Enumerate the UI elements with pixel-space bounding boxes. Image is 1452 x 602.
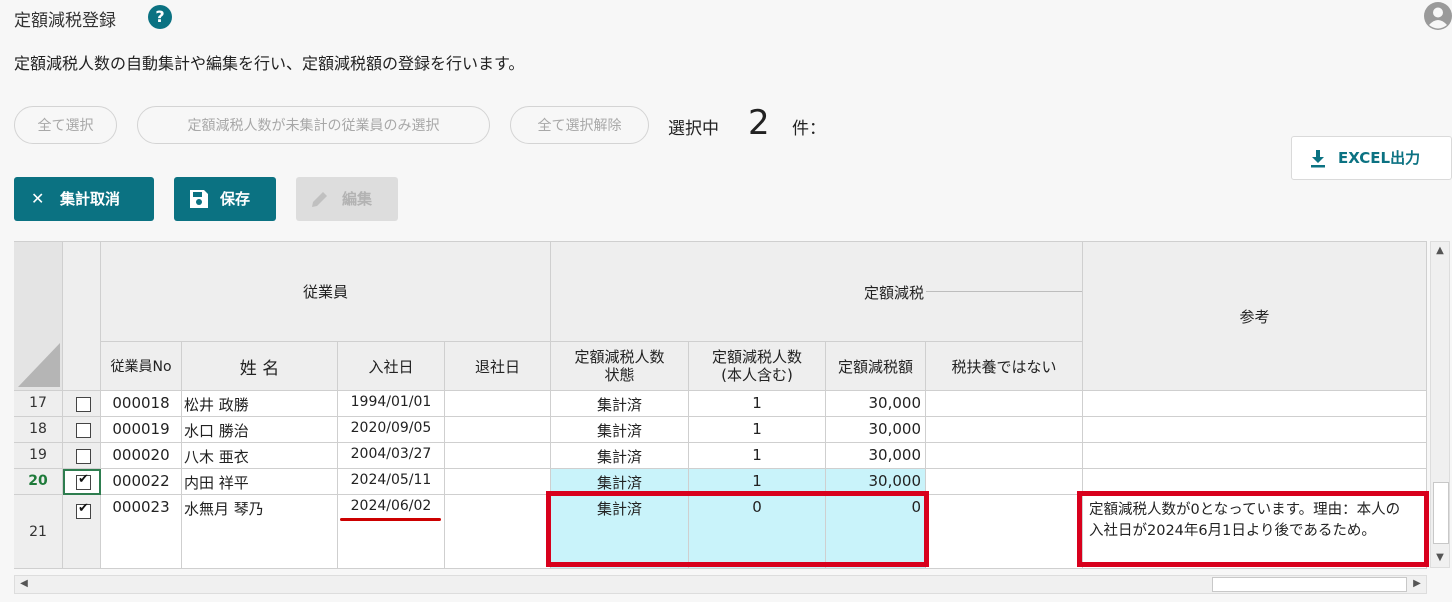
cell-count[interactable]: 1 [689,443,826,469]
cell-amount[interactable]: 30,000 [826,417,926,443]
scroll-down-icon[interactable]: ▼ [1432,550,1448,566]
row-checkbox[interactable] [76,449,91,464]
cell-name[interactable]: 水口 勝治 [182,417,338,443]
cell-emp-no[interactable]: 000023 [101,495,182,569]
save-icon [190,190,208,208]
cell-name[interactable]: 松井 政勝 [182,391,338,417]
scroll-right-icon[interactable]: ▶ [1409,576,1425,593]
selected-count: 2 [748,103,770,143]
row-checkbox-cell[interactable] [63,391,101,417]
vertical-scrollbar[interactable]: ▲ ▼ [1430,241,1450,568]
cell-name[interactable]: 水無月 琴乃 [182,495,338,569]
deselect-all-button[interactable]: 全て選択解除 [510,106,649,144]
row-number[interactable]: 21 [14,495,63,569]
vertical-scroll-thumb[interactable] [1433,482,1449,544]
cell-hire-date[interactable]: 1994/01/01 [338,391,445,417]
cell-leave-date[interactable] [445,469,551,495]
row-checkbox[interactable] [76,472,91,490]
cancel-aggregation-label: 集計取消 [60,190,121,208]
edit-button[interactable]: 編集 [296,177,398,221]
close-icon: ✕ [31,189,45,208]
page-title: 定額減税登録 [14,11,116,31]
cell-note[interactable] [1083,417,1427,443]
hire-date-underline [340,518,441,521]
cell-hire-date[interactable]: 2004/03/27 [338,443,445,469]
row-checkbox-cell[interactable] [63,417,101,443]
cell-leave-date[interactable] [445,391,551,417]
cancel-aggregation-button[interactable]: ✕ 集計取消 [14,177,154,221]
cell-note[interactable] [1083,391,1427,417]
cell-hire-date[interactable]: 2024/06/02 [338,495,445,569]
row-number[interactable]: 18 [14,417,63,443]
cell-not-dependent[interactable] [926,469,1083,495]
row-checkbox-cell[interactable] [63,469,101,495]
highlight-box-note [1077,491,1429,567]
excel-export-label: EXCEL出力 [1338,149,1421,167]
col-header-status[interactable]: 定額減税人数 状態 [551,342,689,391]
edit-label: 編集 [342,190,373,208]
group-header-tax-cut: 定額減税 [551,242,1083,342]
horizontal-scroll-thumb[interactable] [1212,577,1407,592]
header-check-column[interactable] [63,242,101,391]
cell-count[interactable]: 1 [689,417,826,443]
horizontal-scrollbar[interactable]: ◀ ▶ [14,575,1427,594]
highlight-box-tax-cut [546,491,929,567]
select-uncounted-button[interactable]: 定額減税人数が未集計の従業員のみ選択 [137,106,490,144]
row-checkbox-cell[interactable] [63,443,101,469]
cell-status[interactable]: 集計済 [551,443,689,469]
user-circle-icon[interactable] [1424,2,1452,30]
col-header-emp-no[interactable]: 従業員No [101,342,182,391]
cell-emp-no[interactable]: 000018 [101,391,182,417]
cell-name[interactable]: 内田 祥平 [182,469,338,495]
cell-not-dependent[interactable] [926,495,1083,569]
cell-name[interactable]: 八木 亜衣 [182,443,338,469]
row-checkbox[interactable] [76,501,91,519]
row-checkbox[interactable] [76,423,91,438]
cell-leave-date[interactable] [445,417,551,443]
question-circle-icon[interactable]: ? [148,5,172,29]
row-number[interactable]: 17 [14,391,63,417]
cell-emp-no[interactable]: 000022 [101,469,182,495]
cell-amount[interactable]: 30,000 [826,391,926,417]
selected-label: 選択中 [668,119,719,139]
save-button[interactable]: 保存 [174,177,276,221]
row-number[interactable]: 19 [14,443,63,469]
group-header-reference: 参考 [1083,242,1427,391]
cell-status[interactable]: 集計済 [551,417,689,443]
col-header-hire-date[interactable]: 入社日 [338,342,445,391]
pencil-icon [312,192,327,207]
cell-not-dependent[interactable] [926,417,1083,443]
scroll-up-icon[interactable]: ▲ [1432,243,1448,259]
cell-emp-no[interactable]: 000020 [101,443,182,469]
group-header-tax-cut-label: 定額減税 [863,284,924,302]
cell-hire-date[interactable]: 2024/05/11 [338,469,445,495]
cell-note[interactable] [1083,443,1427,469]
row-checkbox[interactable] [76,397,91,412]
col-header-amount[interactable]: 定額減税額 [826,342,926,391]
cell-count[interactable]: 1 [689,391,826,417]
cell-leave-date[interactable] [445,443,551,469]
page-description: 定額減税人数の自動集計や編集を行い、定額減税額の登録を行います。 [14,54,525,73]
cell-not-dependent[interactable] [926,443,1083,469]
save-label: 保存 [220,190,251,208]
row-number[interactable]: 20 [14,469,63,495]
grid-corner[interactable] [14,242,63,391]
select-all-button[interactable]: 全て選択 [14,106,117,144]
cell-emp-no[interactable]: 000019 [101,417,182,443]
cell-leave-date[interactable] [445,495,551,569]
row-checkbox-cell[interactable] [63,495,101,569]
cell-not-dependent[interactable] [926,391,1083,417]
cell-hire-date[interactable]: 2020/09/05 [338,417,445,443]
selected-unit: 件： [792,119,826,139]
download-icon [1311,150,1325,168]
col-header-not-dependent[interactable]: 税扶養ではない [926,342,1083,391]
col-header-leave-date[interactable]: 退社日 [445,342,551,391]
group-header-employee: 従業員 [101,242,551,342]
cell-status[interactable]: 集計済 [551,391,689,417]
col-header-count[interactable]: 定額減税人数 (本人含む) [689,342,826,391]
col-header-name[interactable]: 姓 名 [182,342,338,391]
scroll-left-icon[interactable]: ◀ [16,576,32,593]
cell-amount[interactable]: 30,000 [826,443,926,469]
excel-export-button[interactable]: EXCEL出力 [1291,136,1452,180]
